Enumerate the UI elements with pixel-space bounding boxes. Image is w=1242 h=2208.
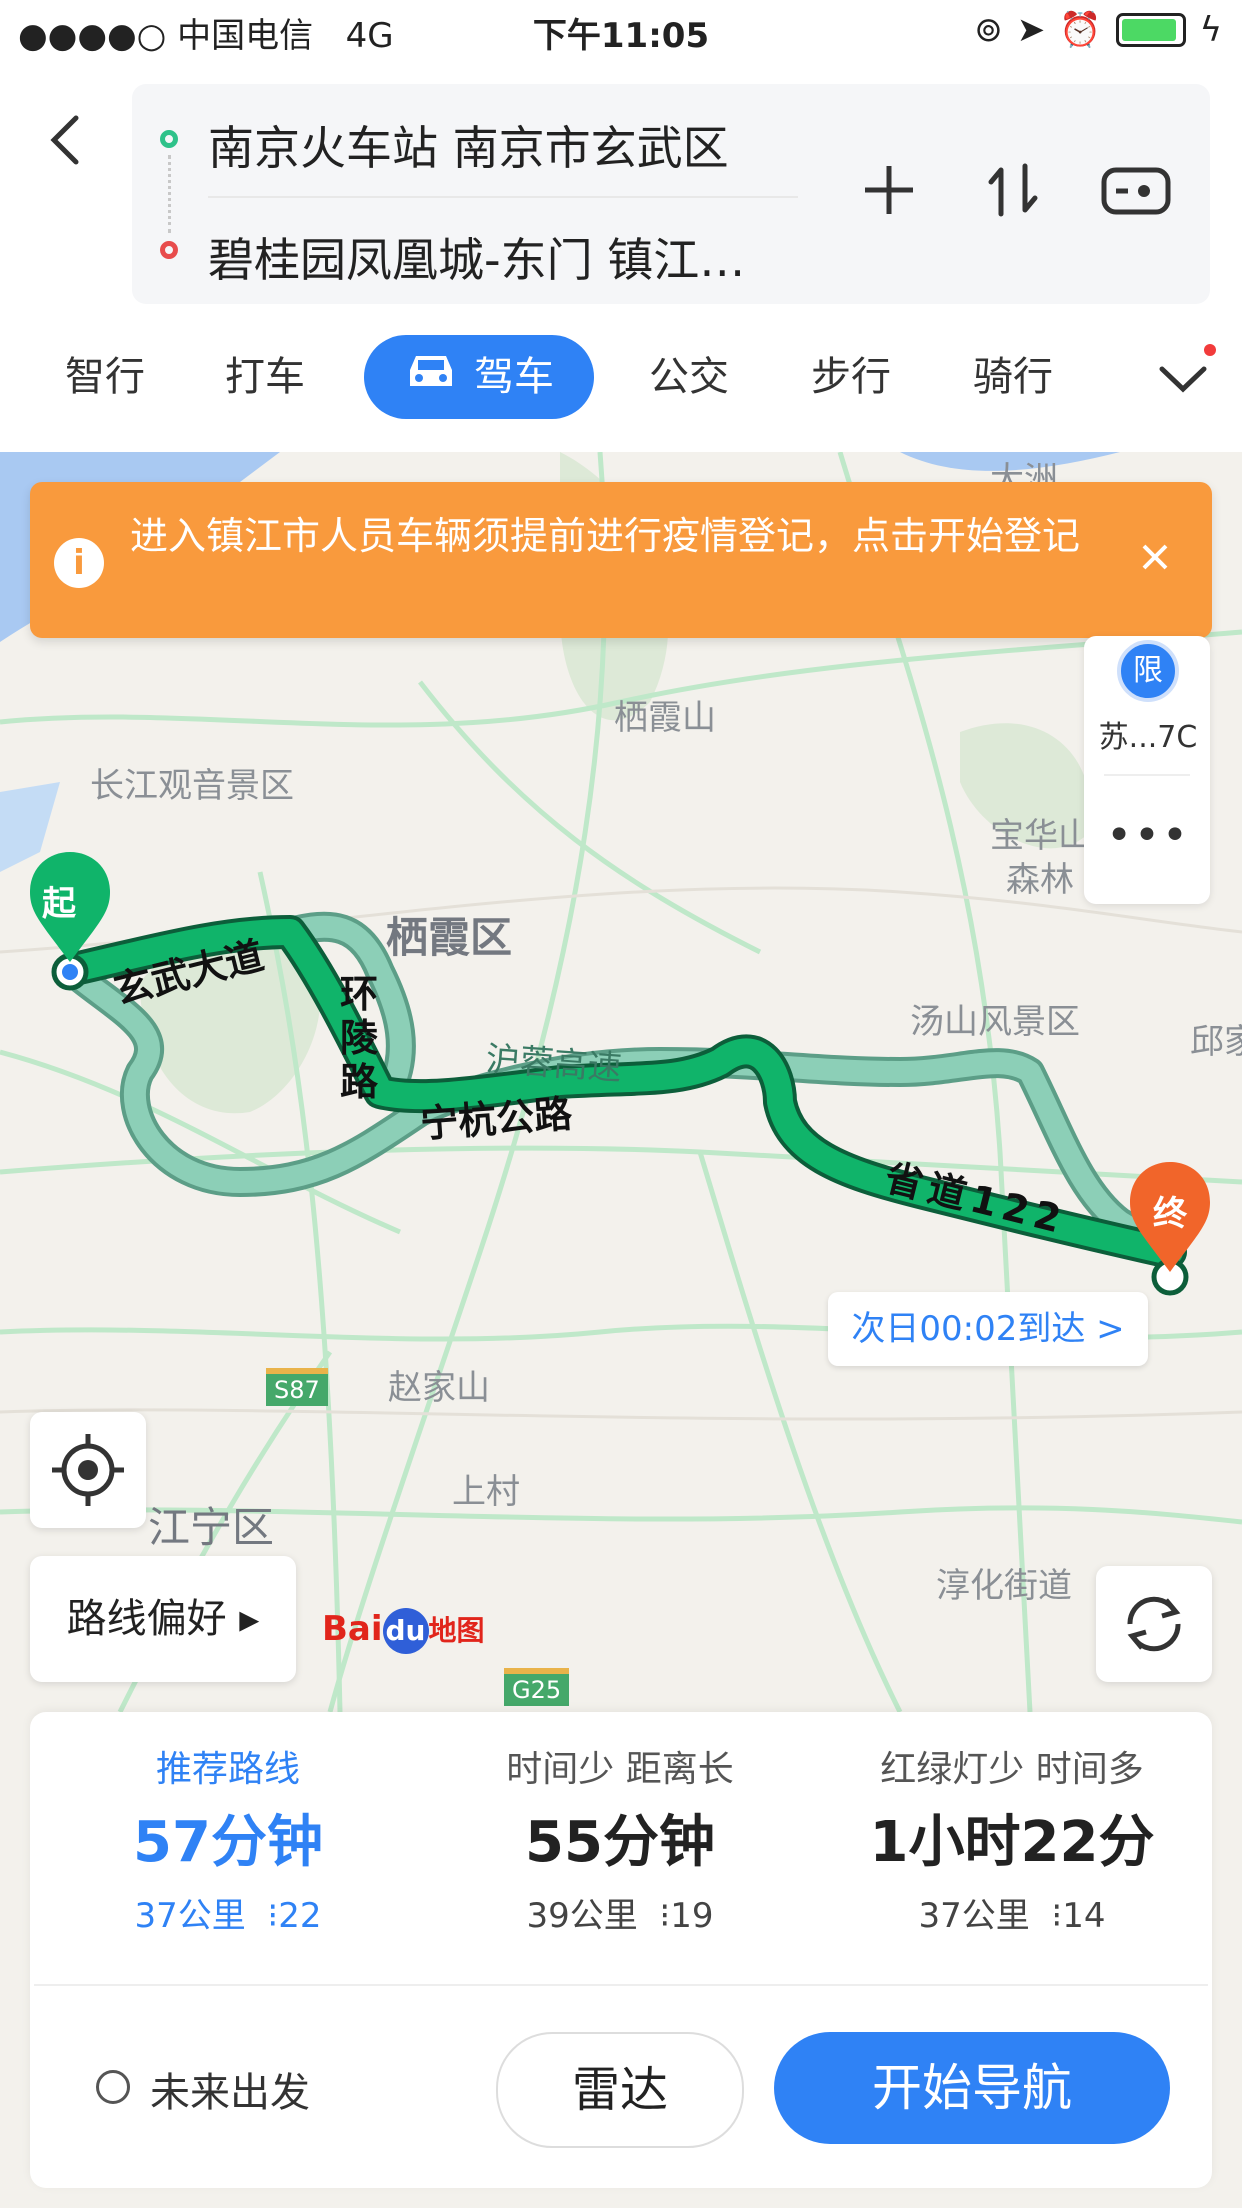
refresh-icon (1127, 1596, 1181, 1652)
swap-icon (988, 163, 1038, 217)
side-panel-divider (1104, 774, 1190, 776)
route-tag: 推荐路线 (155, 1749, 300, 1790)
plate-number[interactable]: 苏...7C (1090, 712, 1206, 756)
baidu-map-logo: Bai du 地图 (322, 1608, 485, 1654)
poi-chunhua: 淳化街道 (936, 1566, 1072, 1606)
route-meta: 37公里 ⁝22 (38, 1886, 418, 1946)
logo-du: du (382, 1608, 429, 1654)
traffic-light-icon: ⁝ (1051, 1896, 1063, 1936)
tab-taxi[interactable]: 打车 (200, 335, 330, 419)
route-traffic-lights: 19 (670, 1896, 714, 1936)
poi-qixiashan[interactable]: 栖霞山 (614, 690, 716, 739)
poi-shangcun: 上村 (452, 1472, 520, 1512)
route-meta: 37公里 ⁝14 (822, 1886, 1202, 1946)
poi-changjiang[interactable]: 长江观音景区 (90, 758, 294, 807)
destination-dot-icon (160, 241, 178, 259)
rotation-lock-icon: ⊚ (974, 10, 1003, 50)
chevron-down-icon (1159, 366, 1207, 393)
poi-senlin: 森林 (1006, 860, 1074, 900)
road-label-ninghang: 宁杭公路 (418, 1091, 574, 1147)
route-option-recommended[interactable]: 推荐路线 57分钟 37公里 ⁝22 (38, 1740, 418, 1946)
route-meta: 39公里 ⁝19 (430, 1886, 810, 1946)
tab-walk[interactable]: 步行 (786, 335, 916, 419)
origin-field[interactable]: 南京火车站 南京市玄武区 (208, 112, 729, 178)
district-jiangning: 江宁区 (148, 1503, 275, 1552)
tab-drive[interactable]: 驾车 (364, 335, 594, 419)
route-traffic-lights: 14 (1062, 1896, 1106, 1936)
route-tag: 时间少 距离长 (506, 1749, 734, 1790)
highway-shield-s87: S87 (266, 1368, 328, 1406)
route-duration: 1小时22分 (869, 1810, 1155, 1875)
tab-smart[interactable]: 智行 (40, 335, 170, 419)
notice-text[interactable]: 进入镇江市人员车辆须提前进行疫情登记，点击开始登记 (130, 510, 1120, 562)
swap-route-button[interactable] (978, 160, 1048, 235)
district-qixia: 栖霞区 (386, 913, 513, 962)
end-marker-label: 终 (1153, 1194, 1187, 1234)
locate-me-button[interactable] (30, 1412, 146, 1528)
poi-qiu: 邱家 (1190, 1022, 1242, 1062)
route-option-fewer-lights[interactable]: 红绿灯少 时间多 1小时22分 37公里 ⁝14 (822, 1740, 1202, 1946)
chevron-left-icon (50, 115, 79, 165)
route-option-faster[interactable]: 时间少 距离长 55分钟 39公里 ⁝19 (430, 1740, 810, 1946)
status-bar: ●●●●○ 中国电信 4G 下午11:05 ⊚ ➤ ⏰ ϟ (0, 0, 1242, 62)
route-traffic-lights: 22 (278, 1896, 322, 1936)
origin-dot-icon (160, 130, 178, 148)
status-icons: ⊚ ➤ ⏰ ϟ (974, 10, 1222, 50)
battery-icon (1115, 13, 1186, 47)
traffic-light-icon: ⁝ (659, 1896, 671, 1936)
logo-bai: Bai (322, 1609, 383, 1649)
car-icon (404, 337, 458, 421)
future-departure-button[interactable]: 未来出发 (150, 2060, 310, 2118)
route-connector (168, 155, 173, 233)
refresh-route-button[interactable] (1096, 1566, 1212, 1682)
location-arrow-icon: ➤ (1016, 10, 1046, 50)
add-waypoint-button[interactable] (854, 160, 924, 235)
map-view[interactable]: 长江观音景区 栖霞山 栖霞区 宝华山 森林 汤山风景区 邱家 大洲 赵家山 上村… (0, 452, 1242, 1712)
highway-shield-g25: G25 (504, 1668, 570, 1706)
route-duration: 57分钟 (133, 1810, 323, 1875)
tab-drive-label: 驾车 (474, 354, 554, 400)
route-distance: 37公里 (918, 1896, 1030, 1936)
close-icon (1142, 544, 1168, 570)
close-notice-button[interactable] (1140, 536, 1170, 582)
notification-dot (1204, 344, 1216, 356)
poi-zhaojiashan: 赵家山 (388, 1368, 490, 1408)
traffic-restriction-button[interactable]: 限 (1117, 640, 1179, 702)
sheet-divider (34, 1984, 1208, 1986)
clock-icon (96, 2070, 130, 2104)
start-marker-label: 起 (42, 884, 76, 924)
destination-field[interactable]: 碧桂园凤凰城-东门 镇江… (208, 224, 745, 290)
start-navigation-button[interactable]: 开始导航 (774, 2032, 1170, 2144)
field-divider (208, 196, 798, 198)
poi-tangshan[interactable]: 汤山风景区 (910, 994, 1080, 1043)
route-distance: 37公里 (134, 1896, 246, 1936)
route-tag: 红绿灯少 时间多 (880, 1749, 1144, 1790)
road-label-hurong: 沪蓉高速 (484, 1039, 623, 1089)
alarm-icon: ⏰ (1059, 10, 1102, 50)
back-button[interactable] (44, 110, 94, 170)
transport-mode-tabs: 智行 打车 驾车 公交 步行 骑行 (0, 335, 1242, 435)
route-distance: 39公里 (526, 1896, 638, 1936)
road-label-huanling: 环陵路 (340, 972, 379, 1104)
more-options-button[interactable]: ••• (1090, 810, 1206, 861)
logo-map: 地图 (428, 1614, 485, 1647)
route-preference-button[interactable]: 路线偏好 ▸ (30, 1556, 296, 1682)
traffic-light-icon: ⁝ (267, 1896, 279, 1936)
poi-baohua[interactable]: 宝华山 (990, 808, 1092, 857)
plus-icon (865, 166, 913, 214)
tab-transit[interactable]: 公交 (624, 335, 754, 419)
vehicle-settings-icon (1101, 167, 1171, 215)
route-duration: 55分钟 (525, 1810, 715, 1875)
tab-bike[interactable]: 骑行 (948, 335, 1078, 419)
crosshair-icon (52, 1434, 124, 1506)
charging-icon: ϟ (1199, 10, 1222, 50)
arrival-time-bubble[interactable]: 次日00:02到达 > (828, 1292, 1148, 1366)
car-settings-button[interactable] (1098, 160, 1174, 235)
info-icon: i (54, 538, 104, 588)
radar-button[interactable]: 雷达 (496, 2032, 744, 2148)
